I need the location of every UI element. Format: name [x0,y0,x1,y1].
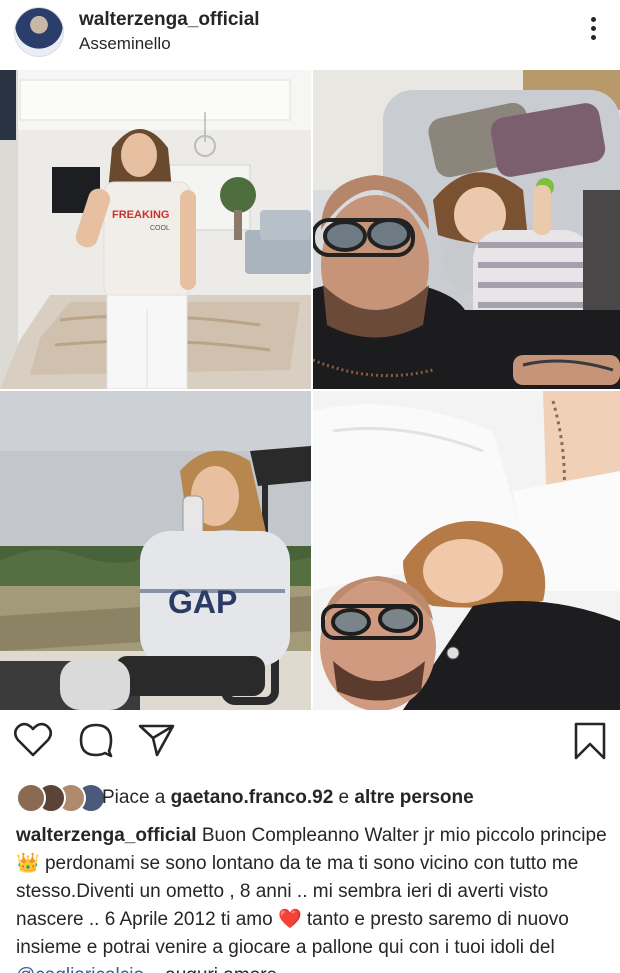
likes-others[interactable]: altre persone [354,787,473,808]
shirt-subtext: COOL [150,225,170,232]
liker-avatar [16,783,46,813]
post-caption: walterzenga_official Buon Compleanno Wal… [16,822,612,973]
bookmark-icon[interactable] [574,722,606,765]
liker-username[interactable]: gaetano.franco.92 [171,787,334,808]
post-actions-bar [0,722,620,768]
post-header: walterzenga_official Asseminello [0,0,620,70]
likes-prefix: Piace a [102,787,171,808]
heart-emoji: ❤️ [277,909,302,930]
profile-avatar[interactable] [14,7,64,57]
photo-collage[interactable]: FREAKING COOL GAP [0,70,620,710]
crown-emoji: 👑 [16,853,40,874]
heart-outline-icon[interactable] [13,722,53,763]
more-vertical-icon[interactable] [583,17,603,45]
post-location[interactable]: Asseminello [79,34,171,54]
post-username[interactable]: walterzenga_official [79,9,260,31]
photo-sofa-selfie [313,70,620,389]
caption-username[interactable]: walterzenga_official [16,825,197,846]
photo-safari-child: GAP [0,391,311,710]
photo-boy-living-room: FREAKING COOL [0,70,311,389]
comment-bubble-icon[interactable] [78,722,114,763]
caption-text-1: Buon Compleanno Walter jr mio piccolo pr… [196,825,607,846]
photo-bed-selfie [313,391,620,710]
shirt-text: FREAKING [112,209,169,221]
paper-plane-icon[interactable] [138,722,176,763]
caption-mention[interactable]: @cagliaricalcio [16,965,144,973]
liked-by-row[interactable]: Piace a gaetano.franco.92 e altre person… [16,783,616,813]
likes-middle: e [333,787,355,808]
caption-text-4: .. auguri amore [144,965,277,973]
liked-by-text: Piace a gaetano.franco.92 e altre person… [102,787,474,809]
